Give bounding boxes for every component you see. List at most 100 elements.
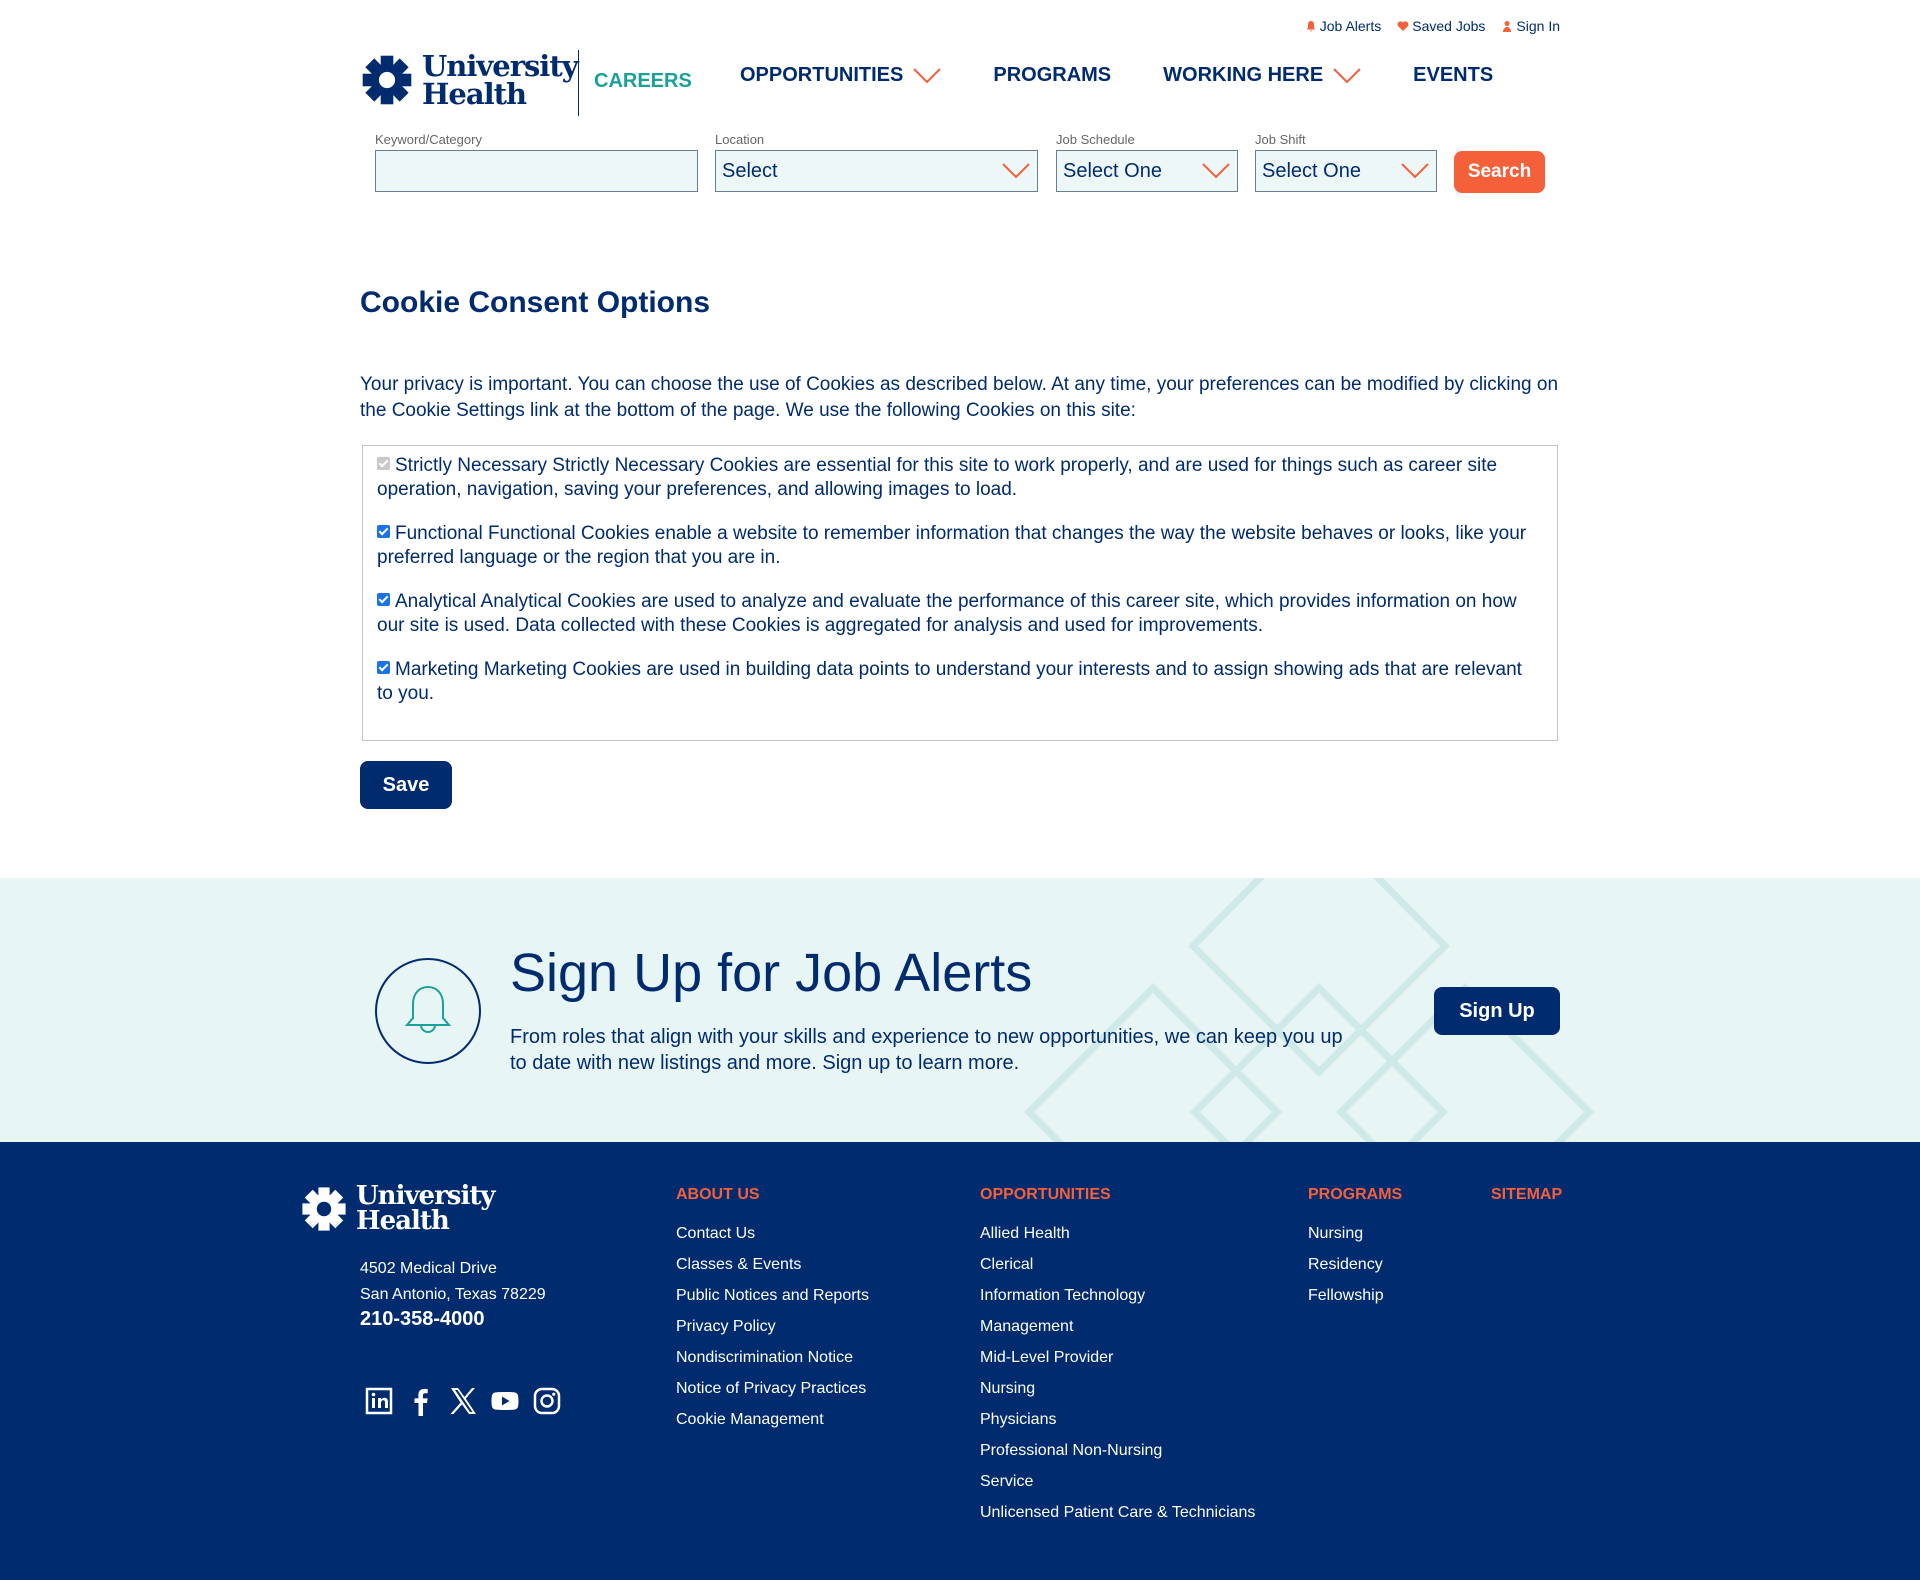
marketing-text: Marketing Marketing Cookies are used in … xyxy=(377,659,1522,704)
footer-link-service[interactable]: Service xyxy=(980,1466,1255,1497)
footer-link-contact-us[interactable]: Contact Us xyxy=(676,1218,869,1249)
address-line1: 4502 Medical Drive xyxy=(360,1260,497,1277)
sign-in-label: Sign In xyxy=(1516,18,1560,34)
linkedin-icon[interactable] xyxy=(364,1386,394,1416)
bell-circle xyxy=(375,958,481,1064)
footer-opportunities-heading[interactable]: OPPORTUNITIES xyxy=(980,1186,1255,1204)
sign-in-link[interactable]: Sign In xyxy=(1501,18,1560,34)
footer-link-program-nursing[interactable]: Nursing xyxy=(1308,1218,1402,1249)
heart-icon xyxy=(1397,21,1409,31)
nav-programs[interactable]: PROGRAMS xyxy=(993,64,1111,87)
footer-link-information-technology[interactable]: Information Technology xyxy=(980,1280,1255,1311)
footer-programs-heading[interactable]: PROGRAMS xyxy=(1308,1186,1402,1204)
schedule-select[interactable]: Select One xyxy=(1056,150,1238,192)
job-alerts-body: From roles that align with your skills a… xyxy=(510,1026,1343,1074)
cookie-options-box: Strictly Necessary Strictly Necessary Co… xyxy=(362,445,1558,741)
footer-link-privacy-practices[interactable]: Notice of Privacy Practices xyxy=(676,1373,869,1404)
keyword-field: Keyword/Category xyxy=(375,132,698,192)
save-button[interactable]: Save xyxy=(360,761,452,809)
footer-col-sitemap: SITEMAP xyxy=(1491,1186,1562,1218)
keyword-input[interactable] xyxy=(375,150,698,192)
footer-col-programs: PROGRAMS Nursing Residency Fellowship xyxy=(1308,1186,1402,1311)
functional-checkbox[interactable] xyxy=(377,525,390,538)
shift-field: Job Shift Select One xyxy=(1255,132,1437,192)
star-logo-icon xyxy=(302,1187,346,1231)
analytical-checkbox[interactable] xyxy=(377,593,390,606)
schedule-label: Job Schedule xyxy=(1056,132,1135,147)
location-label: Location xyxy=(715,132,765,147)
footer-link-nursing[interactable]: Nursing xyxy=(980,1373,1255,1404)
footer-link-cookie-management[interactable]: Cookie Management xyxy=(676,1404,869,1435)
x-icon[interactable] xyxy=(448,1386,478,1416)
location-select[interactable]: Select xyxy=(715,150,1038,192)
nav-opportunities-label: OPPORTUNITIES xyxy=(740,64,904,86)
footer-link-mid-level-provider[interactable]: Mid-Level Provider xyxy=(980,1342,1255,1373)
footer-link-privacy-policy[interactable]: Privacy Policy xyxy=(676,1311,869,1342)
footer-phone[interactable]: 210-358-4000 xyxy=(360,1308,485,1331)
careers-label[interactable]: CAREERS xyxy=(594,70,692,93)
footer-link-classes-events[interactable]: Classes & Events xyxy=(676,1249,869,1280)
footer-col-opportunities: OPPORTUNITIES Allied Health Clerical Inf… xyxy=(980,1186,1255,1528)
bell-icon xyxy=(1306,21,1316,32)
nav-events[interactable]: EVENTS xyxy=(1413,64,1493,87)
sign-up-button[interactable]: Sign Up xyxy=(1434,987,1560,1035)
footer-link-allied-health[interactable]: Allied Health xyxy=(980,1218,1255,1249)
nav-opportunities[interactable]: OPPORTUNITIES xyxy=(740,64,942,87)
footer-link-unlicensed-patient-care[interactable]: Unlicensed Patient Care & Technicians xyxy=(980,1497,1255,1528)
footer-link-residency[interactable]: Residency xyxy=(1308,1249,1402,1280)
footer-link-nondiscrimination[interactable]: Nondiscrimination Notice xyxy=(676,1342,869,1373)
schedule-field: Job Schedule Select One xyxy=(1056,132,1238,192)
nav-working-here[interactable]: WORKING HERE xyxy=(1163,64,1361,87)
cookie-option-analytical: Analytical Analytical Cookies are used t… xyxy=(377,590,1543,638)
facebook-icon[interactable] xyxy=(406,1386,436,1416)
strictly-necessary-text: Strictly Necessary Strictly Necessary Co… xyxy=(377,455,1498,500)
university-health-logo[interactable]: University Health xyxy=(360,49,579,111)
saved-jobs-label: Saved Jobs xyxy=(1412,18,1486,34)
nav-events-label: EVENTS xyxy=(1413,64,1494,86)
footer-sitemap-heading[interactable]: SITEMAP xyxy=(1491,1186,1562,1204)
cookie-option-marketing: Marketing Marketing Cookies are used in … xyxy=(377,658,1543,706)
location-field: Location Select xyxy=(715,132,1038,192)
cookie-option-strictly-necessary: Strictly Necessary Strictly Necessary Co… xyxy=(377,454,1543,502)
nav-programs-label: PROGRAMS xyxy=(993,64,1112,86)
search-button[interactable]: Search xyxy=(1454,151,1545,193)
functional-text: Functional Functional Cookies enable a w… xyxy=(377,523,1527,568)
job-alerts-link[interactable]: Job Alerts xyxy=(1305,18,1381,34)
main-nav: OPPORTUNITIES PROGRAMS WORKING HERE EVEN… xyxy=(740,64,1545,87)
logo-divider xyxy=(578,50,579,116)
location-value: Select xyxy=(722,159,778,182)
footer-link-physicians[interactable]: Physicians xyxy=(980,1404,1255,1435)
schedule-value: Select One xyxy=(1063,159,1162,182)
footer-about-heading[interactable]: ABOUT US xyxy=(676,1186,869,1204)
logo-line2: Health xyxy=(422,77,527,111)
job-alerts-title: Sign Up for Job Alerts xyxy=(510,943,1033,1003)
footer-link-management[interactable]: Management xyxy=(980,1311,1255,1342)
star-logo-icon xyxy=(362,55,412,105)
cookie-intro: Your privacy is important. You can choos… xyxy=(360,374,1559,421)
saved-jobs-link[interactable]: Saved Jobs xyxy=(1397,18,1485,34)
footer-logo[interactable]: University Health xyxy=(300,1183,495,1234)
strictly-necessary-checkbox[interactable] xyxy=(377,457,390,470)
shift-value: Select One xyxy=(1262,159,1361,182)
logo-line1: University xyxy=(422,49,579,83)
instagram-icon[interactable] xyxy=(532,1386,562,1416)
address-line2: San Antonio, Texas 78229 xyxy=(360,1286,546,1303)
footer-link-fellowship[interactable]: Fellowship xyxy=(1308,1280,1402,1311)
keyword-label: Keyword/Category xyxy=(375,132,482,147)
logo-wordmark: University Health xyxy=(422,49,579,111)
marketing-checkbox[interactable] xyxy=(377,661,390,674)
shift-select[interactable]: Select One xyxy=(1255,150,1437,192)
footer-address: 4502 Medical Drive San Antonio, Texas 78… xyxy=(360,1256,546,1308)
chevron-down-icon xyxy=(913,67,942,83)
youtube-icon[interactable] xyxy=(490,1386,520,1416)
bell-icon xyxy=(404,985,452,1033)
cookie-option-functional: Functional Functional Cookies enable a w… xyxy=(377,522,1543,570)
shift-label: Job Shift xyxy=(1255,132,1306,147)
chevron-down-icon xyxy=(1401,163,1429,179)
footer-link-clerical[interactable]: Clerical xyxy=(980,1249,1255,1280)
footer-col-about: ABOUT US Contact Us Classes & Events Pub… xyxy=(676,1186,869,1435)
analytical-text: Analytical Analytical Cookies are used t… xyxy=(377,591,1517,636)
page-title: Cookie Consent Options xyxy=(360,286,711,319)
footer-link-public-notices[interactable]: Public Notices and Reports xyxy=(676,1280,869,1311)
footer-link-professional-non-nursing[interactable]: Professional Non-Nursing xyxy=(980,1435,1255,1466)
